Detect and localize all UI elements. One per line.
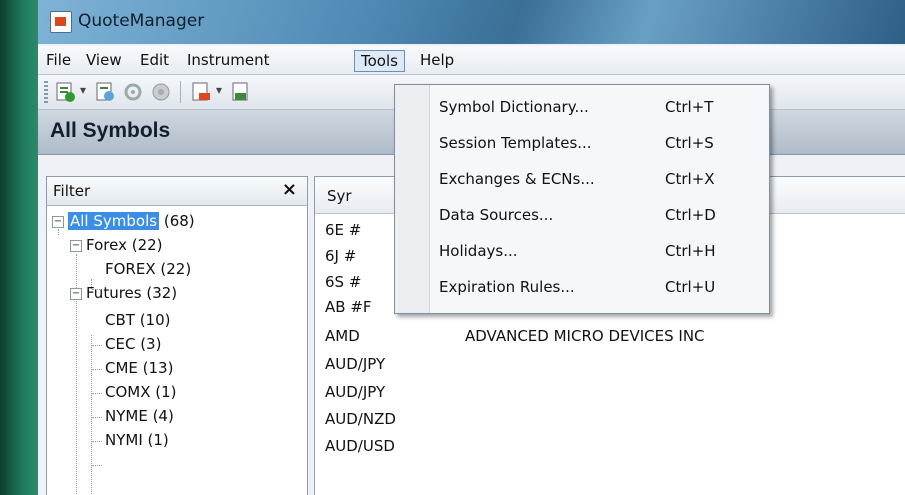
menu-bar: File View Edit Instrument Tools Help [38,46,905,75]
filter-panel: Filter × − All Symbols (68) − Forex (22) F… [46,176,308,495]
tree-line [92,345,102,346]
menu-item-holidays[interactable]: Holidays... Ctrl+H [431,233,767,269]
symbol-cell: AUD/JPY [325,355,386,373]
window-title: QuoteManager [78,11,205,31]
tree-item-cbt[interactable]: CBT (10) [105,308,171,332]
tree-item-label: All Symbols [68,212,160,230]
toolbar-separator [180,81,181,103]
filter-header: Filter × [47,177,307,206]
menu-file[interactable]: File [40,50,77,72]
tree-item-label: FOREX (22) [105,260,192,278]
column-header-label: Syr [327,187,352,205]
tree-item-futures[interactable]: − Futures (32) [70,281,177,305]
tree-item-label: CEC (3) [105,335,162,353]
menu-item-label: Exchanges & ECNs... [439,170,595,188]
tree-item-label: CME (13) [105,359,174,377]
menu-item-shortcut: Ctrl+D [665,206,716,224]
collapse-icon[interactable]: − [70,287,82,300]
tree-line [92,465,102,466]
menu-item-shortcut: Ctrl+U [665,278,716,296]
symbol-cell: AMD [325,327,360,345]
export-icon[interactable] [190,81,212,103]
tree-item-forex-forex[interactable]: FOREX (22) [105,257,191,281]
page-title: All Symbols [50,119,171,142]
description-cell: ADVANCED MICRO DEVICES INC [465,327,705,345]
symbol-cell: AUD/USD [325,437,395,455]
tree-item-cme[interactable]: CME (13) [105,356,173,380]
table-row[interactable]: AUD/JPY [315,351,905,377]
tree-item-label: Futures (32) [86,284,178,302]
tree-item-nymi[interactable]: NYMI (1) [105,428,169,452]
filter-label: Filter [53,182,91,200]
menu-tools[interactable]: Tools [354,50,405,72]
menu-item-data-sources[interactable]: Data Sources... Ctrl+D [431,197,767,233]
tree-item-count: (68) [163,212,195,230]
disabled-icon[interactable] [150,81,172,103]
dropdown-arrow-icon[interactable]: ▾ [216,83,222,97]
symbol-cell: 6E # [325,221,362,239]
menu-item-shortcut: Ctrl+T [665,98,714,116]
tree-item-forex[interactable]: − Forex (22) [70,233,163,257]
menu-item-label: Session Templates... [439,134,592,152]
collapse-icon[interactable]: − [70,239,82,252]
menu-item-symbol-dictionary[interactable]: Symbol Dictionary... Ctrl+T [431,89,767,125]
tree-line [91,335,92,495]
symbol-cell: 6S # [325,273,362,291]
tree-line [92,441,102,442]
menu-edit[interactable]: Edit [134,50,175,72]
menu-item-label: Holidays... [439,242,518,260]
table-row[interactable]: AUD/USD [315,433,905,459]
app-icon [50,11,72,33]
toolbar-grip[interactable] [44,81,48,103]
symbol-cell: AUD/NZD [325,410,396,428]
tools-menu-dropdown: Symbol Dictionary... Ctrl+T Session Temp… [394,84,770,314]
symbol-cell: 6J # [325,247,357,265]
tree-item-label: Forex (22) [86,236,163,254]
tree-line [92,369,102,370]
app-window: QuoteManager File View Edit Instrument T… [38,0,905,495]
dropdown-arrow-icon[interactable]: ▾ [80,83,86,97]
tree-item-label: COMX (1) [105,383,177,401]
menu-help[interactable]: Help [414,50,460,72]
menu-view[interactable]: View [80,50,128,72]
tree-item-label: NYME (4) [105,407,174,425]
settings-icon[interactable] [122,81,144,103]
collapse-icon[interactable]: − [52,215,64,228]
close-icon[interactable]: × [282,179,297,200]
menu-item-label: Data Sources... [439,206,554,224]
symbol-cell: AB #F [325,298,372,316]
tree-item-label: CBT (10) [105,311,171,329]
menu-item-label: Symbol Dictionary... [439,98,589,116]
symbol-cell: AUD/JPY [325,383,386,401]
table-row[interactable]: AMD ADVANCED MICRO DEVICES INC [315,323,905,349]
menu-item-label: Expiration Rules... [439,278,575,296]
tree-item-cec[interactable]: CEC (3) [105,332,161,356]
menu-item-shortcut: Ctrl+S [665,134,714,152]
desktop-background [0,0,38,495]
add-symbol-icon[interactable] [54,81,76,103]
menu-item-shortcut: Ctrl+H [665,242,716,260]
tree-line [92,417,102,418]
tree-item-label: NYMI (1) [105,431,169,449]
menu-instrument[interactable]: Instrument [181,50,276,72]
table-row[interactable]: AUD/JPY [315,379,905,405]
tree-line [92,393,102,394]
tree-item-nyme[interactable]: NYME (4) [105,404,174,428]
import-icon[interactable] [230,81,252,103]
title-bar[interactable]: QuoteManager [38,0,905,44]
table-row[interactable]: AUD/NZD [315,406,905,432]
menu-item-session-templates[interactable]: Session Templates... Ctrl+S [431,125,767,161]
tree-item-all-symbols[interactable]: − All Symbols (68) [52,209,195,233]
edit-symbol-icon[interactable] [94,81,116,103]
menu-item-shortcut: Ctrl+X [665,170,715,188]
menu-item-expiration-rules[interactable]: Expiration Rules... Ctrl+U [431,269,767,305]
menu-item-exchanges-ecns[interactable]: Exchanges & ECNs... Ctrl+X [431,161,767,197]
menu-icon-gutter [395,85,430,313]
tree-item-comx[interactable]: COMX (1) [105,380,177,404]
